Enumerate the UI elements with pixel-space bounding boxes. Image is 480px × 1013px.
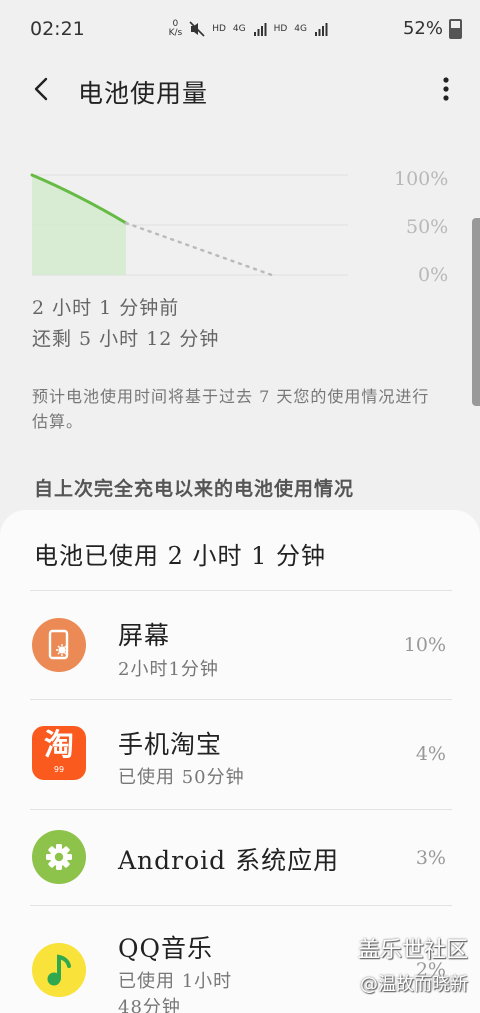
- app-usage-time: 已使用 50分钟: [118, 767, 245, 788]
- battery-chart: 100% 50% 0%: [0, 160, 480, 290]
- projection-line: [124, 221, 273, 277]
- app-name: 手机淘宝: [118, 730, 223, 759]
- scrollbar[interactable]: [472, 218, 480, 406]
- hd-label-1: HD: [212, 24, 226, 34]
- signal-icon-2: [315, 23, 328, 36]
- app-usage-time: 2小时1分钟: [118, 659, 219, 680]
- app-name: QQ音乐: [118, 934, 213, 963]
- app-name: 屏幕: [118, 621, 171, 650]
- app-row-taobao[interactable]: 淘 99 手机淘宝 已使用 50分钟 4%: [0, 699, 480, 809]
- usage-since-text: 2 小时 1 分钟前: [32, 297, 180, 319]
- community-watermark: 盖乐世社区 @温故而晓新: [318, 932, 468, 996]
- gear-icon: [32, 830, 86, 884]
- app-name: Android 系统应用: [118, 846, 340, 875]
- battery-status: 52%: [403, 18, 462, 39]
- app-usage-percent: 3%: [415, 847, 446, 869]
- app-bar: 电池使用量: [0, 62, 480, 118]
- usage-area: [32, 175, 126, 275]
- sheet-title: 电池已使用 2 小时 1 分钟: [34, 542, 327, 570]
- watermark-line-2: @温故而晓新: [360, 974, 468, 995]
- net-speed: 0 K/s: [168, 19, 183, 38]
- y-tick-50: 50%: [406, 216, 449, 238]
- estimate-note: 预计电池使用时间将基于过去 7 天您的使用情况进行估算。: [32, 387, 430, 431]
- app-usage-time-cont: 48分钟: [118, 997, 181, 1013]
- battery-icon: [449, 18, 462, 39]
- y-tick-100: 100%: [394, 168, 449, 190]
- remaining-time-text: 还剩 5 小时 12 分钟: [32, 328, 220, 350]
- section-header: 自上次完全充电以来的电池使用情况: [34, 478, 355, 500]
- lte-label-2: 4G: [294, 24, 307, 34]
- more-options-icon[interactable]: [442, 76, 450, 102]
- app-row-screen[interactable]: 屏幕 2小时1分钟 10%: [0, 590, 480, 700]
- app-usage-percent: 4%: [415, 743, 446, 765]
- y-tick-0: 0%: [418, 264, 449, 286]
- taobao-icon: 淘 99: [32, 726, 86, 780]
- signal-icon-1: [253, 23, 267, 36]
- lte-label-1: 4G: [232, 24, 246, 34]
- screen-icon: [32, 618, 86, 672]
- app-usage-time: 已使用 1小时: [118, 971, 233, 992]
- back-arrow-icon[interactable]: [26, 74, 56, 104]
- battery-percent: 52%: [402, 18, 443, 39]
- status-bar: 02:21 0 K/s HD 4G HD 4G 52%: [0, 0, 480, 60]
- app-usage-percent: 10%: [403, 634, 446, 656]
- status-time: 02:21: [30, 18, 85, 40]
- hd-label-2: HD: [273, 24, 288, 34]
- page-title: 电池使用量: [78, 79, 209, 108]
- app-row-android-system[interactable]: Android 系统应用 3%: [0, 809, 480, 905]
- mute-icon: [189, 21, 205, 37]
- status-icons: 0 K/s HD 4G HD 4G: [169, 20, 328, 38]
- watermark-line-1: 盖乐世社区: [357, 938, 468, 963]
- qq-music-icon: [32, 943, 86, 997]
